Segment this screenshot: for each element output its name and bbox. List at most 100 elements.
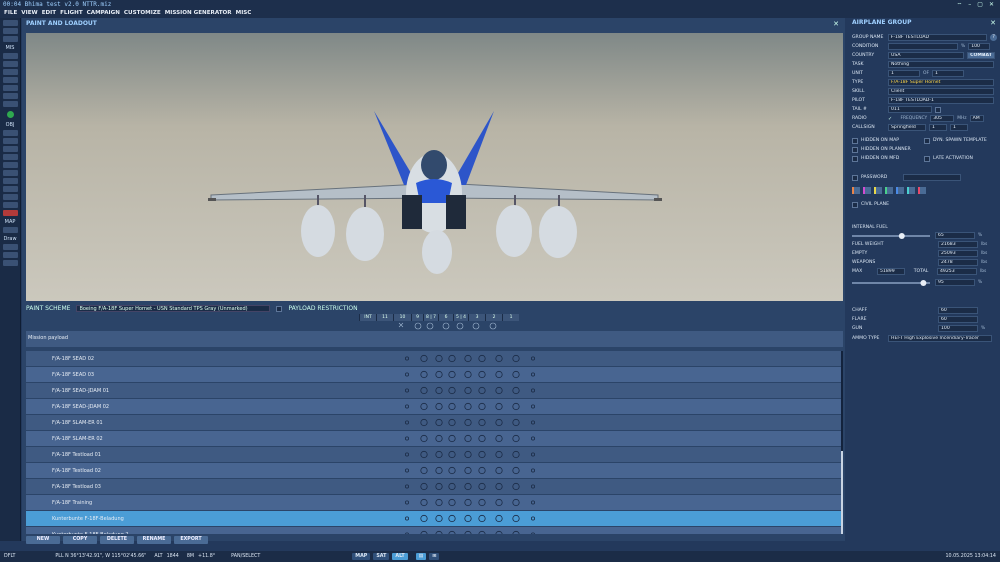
tool-button[interactable] xyxy=(3,85,18,91)
store-icon[interactable] xyxy=(420,450,428,459)
store-icon[interactable] xyxy=(495,354,503,363)
tail-input[interactable]: 011 xyxy=(888,106,932,113)
store-icon[interactable] xyxy=(404,484,409,489)
loadout-row[interactable]: F/A-18F SEAD 03 xyxy=(26,367,841,382)
store-icon[interactable] xyxy=(478,354,486,363)
store-icon[interactable] xyxy=(464,482,472,491)
toolbar-draw-label[interactable]: Draw xyxy=(0,236,20,242)
internal-fuel-slider[interactable] xyxy=(852,232,932,240)
store-icon[interactable] xyxy=(420,386,428,395)
condition-value[interactable]: 100 xyxy=(968,43,991,50)
store-icon[interactable] xyxy=(404,372,409,377)
task-icon[interactable] xyxy=(918,187,926,194)
tool-button[interactable] xyxy=(3,69,18,75)
store-icon[interactable] xyxy=(530,404,535,409)
store-icon[interactable] xyxy=(530,420,535,425)
loadout-row[interactable]: F/A-18F Testload 01 xyxy=(26,447,841,462)
flare-input[interactable]: 60 xyxy=(938,316,978,323)
task-icon[interactable] xyxy=(852,187,860,194)
menu-mission-generator[interactable]: MISSION GENERATOR xyxy=(165,10,232,17)
store-icon[interactable] xyxy=(495,370,503,379)
sat-button[interactable]: SAT xyxy=(373,553,390,560)
store-icon[interactable] xyxy=(435,386,443,395)
dyn-spawn-checkbox[interactable] xyxy=(924,137,930,144)
menu-campaign[interactable]: CAMPAIGN xyxy=(87,10,120,17)
chaff-input[interactable]: 60 xyxy=(938,307,978,314)
store-icon[interactable] xyxy=(404,436,409,441)
store-icon[interactable] xyxy=(404,516,409,521)
store-icon[interactable] xyxy=(495,434,503,443)
store-icon[interactable] xyxy=(478,482,486,491)
store-icon[interactable] xyxy=(420,370,428,379)
type-select[interactable]: F/A-18F Super Hornet xyxy=(888,79,994,86)
export-button[interactable]: EXPORT xyxy=(174,536,208,544)
store-icon[interactable] xyxy=(530,436,535,441)
store-icon[interactable] xyxy=(512,482,520,491)
password-input[interactable] xyxy=(903,174,961,181)
store-icon[interactable] xyxy=(448,450,456,459)
store-icon[interactable] xyxy=(435,498,443,507)
condition-slider[interactable] xyxy=(888,43,958,50)
store-icon[interactable] xyxy=(495,498,503,507)
country-select[interactable]: USA xyxy=(888,52,964,59)
ammo-type-select[interactable]: HEI-T High Explosive Incendiary-Tracer xyxy=(888,335,992,342)
store-icon[interactable] xyxy=(512,498,520,507)
tool-button[interactable] xyxy=(3,178,18,184)
tool-button[interactable] xyxy=(3,138,18,144)
store-icon[interactable] xyxy=(464,530,472,534)
store-icon[interactable] xyxy=(531,532,535,534)
task-select[interactable]: Nothing xyxy=(888,61,994,68)
task-icon[interactable] xyxy=(874,187,882,194)
store-icon[interactable] xyxy=(512,354,520,363)
store-icon[interactable] xyxy=(478,466,486,475)
loadout-row[interactable]: F/A-18F SLAM-ER 02 xyxy=(26,431,841,446)
tool-button[interactable] xyxy=(3,227,18,233)
store-icon[interactable] xyxy=(530,468,535,473)
tool-button[interactable] xyxy=(3,146,18,152)
store-icon[interactable] xyxy=(404,500,409,505)
civil-plane-checkbox[interactable] xyxy=(852,201,858,208)
store-icon[interactable] xyxy=(512,418,520,427)
store-icon[interactable] xyxy=(530,452,535,457)
task-icon[interactable] xyxy=(885,187,893,194)
tool-button[interactable] xyxy=(3,61,18,67)
store-icon[interactable] xyxy=(512,434,520,443)
store-icon[interactable] xyxy=(448,530,456,534)
store-icon[interactable] xyxy=(448,354,456,363)
store-icon[interactable] xyxy=(478,402,486,411)
hidden-on-mfd-checkbox[interactable] xyxy=(852,155,858,162)
paint-scheme-select[interactable]: Boeing F/A-18F Super Hornet - USN Standa… xyxy=(76,305,271,312)
combat-button[interactable]: COMBAT xyxy=(967,52,995,59)
store-icon[interactable] xyxy=(435,482,443,491)
store-icon[interactable] xyxy=(530,372,535,377)
store-icon[interactable] xyxy=(478,386,486,395)
gun-input[interactable]: 100 xyxy=(938,325,978,332)
store-icon[interactable] xyxy=(512,450,520,459)
loadout-row[interactable]: F/A-18F Training xyxy=(26,495,841,510)
tool-button[interactable] xyxy=(3,170,18,176)
loadout-row[interactable]: F/A-18F Testload 02 xyxy=(26,463,841,478)
store-icon[interactable] xyxy=(512,370,520,379)
store-icon[interactable] xyxy=(478,418,486,427)
store-icon[interactable] xyxy=(448,498,456,507)
store-icon[interactable] xyxy=(448,402,456,411)
callsign-number-2[interactable]: 1 xyxy=(950,124,968,131)
internal-fuel-value[interactable]: 65 xyxy=(935,232,975,239)
store-icon[interactable] xyxy=(420,434,428,443)
store-icon[interactable] xyxy=(512,530,520,534)
store-icon[interactable] xyxy=(420,418,428,427)
aircraft-preview[interactable] xyxy=(26,33,843,301)
new-button[interactable]: NEW xyxy=(26,536,60,544)
store-icon[interactable] xyxy=(530,516,535,521)
store-icon[interactable] xyxy=(435,354,443,363)
store-icon[interactable] xyxy=(512,466,520,475)
tool-button[interactable] xyxy=(3,162,18,168)
store-icon[interactable] xyxy=(464,354,472,363)
tool-button[interactable] xyxy=(3,53,18,59)
close-icon[interactable]: ✕ xyxy=(990,19,996,27)
loadout-row[interactable]: F/A-18F SEAD 02 xyxy=(26,351,841,366)
store-icon[interactable] xyxy=(512,514,520,523)
store-icon[interactable] xyxy=(464,498,472,507)
pilot-input[interactable]: F-18F TESTLOAD-1 xyxy=(888,97,994,104)
store-icon[interactable] xyxy=(420,482,428,491)
